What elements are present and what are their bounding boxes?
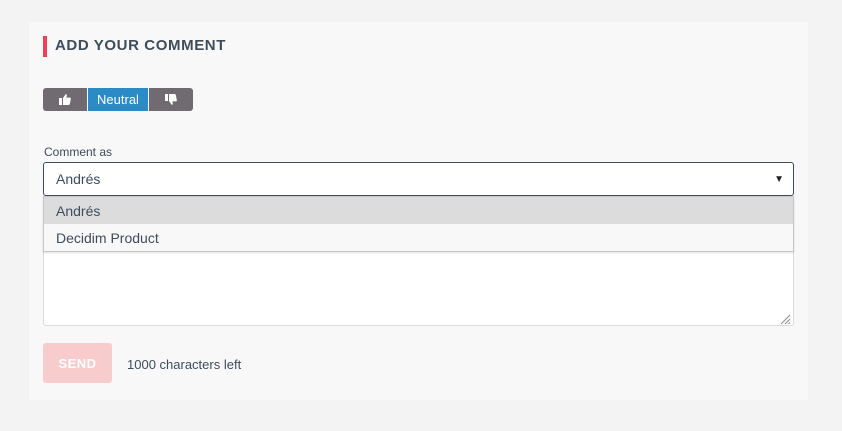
thumbs-up-icon — [59, 94, 71, 105]
resize-handle-icon[interactable] — [780, 312, 791, 325]
page-title: ADD YOUR COMMENT — [55, 37, 226, 54]
dropdown-option[interactable]: Decidim Product — [44, 224, 793, 251]
caret-down-icon: ▼ — [774, 174, 784, 185]
thumbs-down-icon — [165, 94, 177, 105]
comment-as-select[interactable]: Andrés ▼ — [43, 162, 794, 196]
neutral-button[interactable]: Neutral — [87, 88, 149, 111]
dropdown-option[interactable]: Andrés — [44, 197, 793, 224]
comment-as-label: Comment as — [44, 145, 113, 159]
comment-as-dropdown: Andrés Decidim Product — [43, 196, 794, 252]
comment-as-selected-value: Andrés — [56, 171, 101, 187]
in-favor-button[interactable] — [43, 88, 87, 111]
against-button[interactable] — [149, 88, 193, 111]
characters-left-counter: 1000 characters left — [127, 357, 242, 372]
send-button[interactable]: SEND — [43, 343, 112, 383]
title-accent-bar — [43, 36, 47, 57]
alignment-selector: Neutral — [43, 88, 193, 111]
